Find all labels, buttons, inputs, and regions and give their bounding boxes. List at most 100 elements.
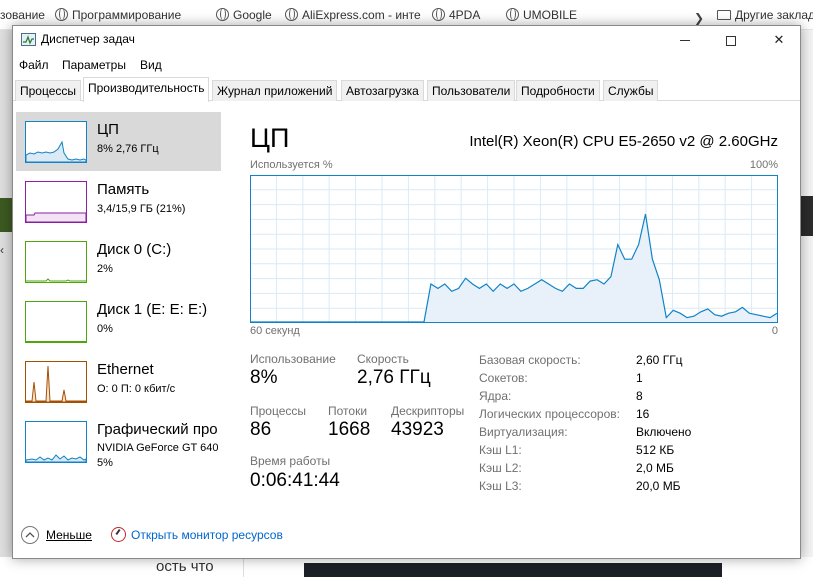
tab-performance[interactable]: Производительность — [83, 77, 210, 102]
spec-label: Базовая скорость: — [479, 353, 581, 367]
chevron-right-icon[interactable]: ❯ — [694, 11, 704, 25]
background-image — [304, 563, 722, 577]
minimize-icon — [680, 40, 690, 42]
sidebar-item-title: Диск 0 (C:) — [97, 241, 172, 258]
close-icon: ✕ — [773, 32, 785, 47]
chevron-up-icon[interactable] — [21, 526, 39, 544]
sidebar-item-subtitle: 2% — [97, 263, 113, 275]
sidebar-item-title: ЦП — [97, 121, 119, 138]
graph-label-usage: Используется % — [250, 159, 333, 171]
globe-icon — [506, 8, 519, 21]
page-title: ЦП — [250, 123, 290, 153]
performance-sidebar: ЦП 8% 2,76 ГГц Память 3,4/15,9 ГБ (21%) … — [13, 102, 223, 502]
bookmark-item[interactable]: Программирование — [55, 8, 181, 23]
cpu-model-name: Intel(R) Xeon(R) CPU E5-2650 v2 @ 2.60GH… — [469, 133, 778, 150]
sidebar-item-gpu[interactable]: Графический про NVIDIA GeForce GT 640 5% — [16, 412, 221, 471]
handles-value: 43923 — [391, 419, 444, 440]
uptime-value: 0:06:41:44 — [250, 470, 340, 491]
tab-users[interactable]: Пользователи — [427, 80, 516, 101]
fewer-details-label[interactable]: Меньше — [46, 528, 92, 542]
minimize-button[interactable] — [662, 26, 708, 53]
bookmark-item[interactable]: зование — [0, 8, 45, 23]
cpu-detail-panel: ЦП Intel(R) Xeon(R) CPU E5-2650 v2 @ 2.6… — [250, 102, 790, 522]
sidebar-item-title: Ethernet — [97, 361, 154, 378]
spec-label: Сокетов: — [479, 371, 528, 385]
sidebar-item-cpu[interactable]: ЦП 8% 2,76 ГГц — [16, 112, 221, 171]
processes-value: 86 — [250, 419, 272, 440]
speed-value: 2,76 ГГц — [357, 367, 431, 388]
graph-label-max: 100% — [749, 159, 778, 171]
open-resource-monitor-link[interactable]: Открыть монитор ресурсов — [131, 528, 283, 542]
handles-label: Дескрипторы — [391, 404, 465, 418]
spec-value: 2,0 МБ — [636, 461, 674, 475]
window-title: Диспетчер задач — [41, 32, 135, 46]
bookmark-item[interactable]: 4PDA — [432, 8, 480, 23]
tab-details[interactable]: Подробности — [516, 80, 600, 101]
processes-label: Процессы — [250, 404, 307, 418]
spec-label: Кэш L3: — [479, 479, 522, 493]
tab-startup[interactable]: Автозагрузка — [341, 80, 424, 101]
spec-label: Ядра: — [479, 389, 512, 403]
menu-bar: Файл Параметры Вид — [13, 54, 800, 75]
task-manager-window: Диспетчер задач ✕ Файл Параметры Вид Про… — [12, 25, 801, 559]
maximize-button[interactable] — [708, 26, 754, 53]
sidebar-item-subtitle: 0% — [97, 323, 113, 335]
sidebar-item-disk-0[interactable]: Диск 0 (C:) 2% — [16, 232, 221, 291]
background-text: ость что — [156, 558, 214, 575]
tab-services[interactable]: Службы — [603, 80, 659, 101]
uptime-label: Время работы — [250, 454, 331, 468]
background-element: ‹ — [0, 243, 4, 257]
cpu-thumbnail-graph — [25, 121, 87, 163]
spec-label: Логических процессоров: — [479, 407, 620, 421]
globe-icon — [432, 8, 445, 21]
spec-value: 2,60 ГГц — [636, 353, 683, 367]
cpu-usage-graph-svg — [250, 175, 778, 323]
graph-time-now: 0 — [771, 325, 778, 337]
disk-1-thumbnail-graph — [25, 301, 87, 343]
tab-app-history[interactable]: Журнал приложений — [212, 80, 338, 101]
bookmark-item[interactable]: Google — [216, 8, 272, 23]
graph-time-span: 60 секунд — [250, 325, 300, 337]
sidebar-item-ethernet[interactable]: Ethernet О: 0 П: 0 кбит/с — [16, 352, 221, 411]
other-bookmarks[interactable]: Другие закладки — [717, 8, 813, 23]
spec-label: Кэш L2: — [479, 461, 522, 475]
disk-0-thumbnail-graph — [25, 241, 87, 283]
background-element — [800, 30, 813, 577]
menu-file[interactable]: Файл — [19, 58, 49, 72]
spec-value: 1 — [636, 371, 643, 385]
bookmark-item[interactable]: AliExpress.com - инте — [285, 8, 421, 23]
sidebar-item-subtitle: О: 0 П: 0 кбит/с — [97, 383, 176, 395]
background-element — [800, 196, 813, 236]
threads-value: 1668 — [328, 419, 371, 440]
close-button[interactable]: ✕ — [756, 26, 802, 53]
bookmark-item[interactable]: UMOBILE — [506, 8, 577, 23]
sidebar-item-title: Диск 1 (E: E: E:) — [97, 301, 208, 318]
threads-label: Потоки — [328, 404, 368, 418]
background-element — [243, 557, 244, 577]
sidebar-item-disk-1[interactable]: Диск 1 (E: E: E:) 0% — [16, 292, 221, 351]
sidebar-item-title: Память — [97, 181, 150, 198]
title-bar[interactable]: Диспетчер задач ✕ — [13, 26, 800, 53]
maximize-icon — [726, 35, 736, 46]
spec-label: Кэш L1: — [479, 443, 522, 457]
task-manager-icon — [21, 33, 36, 46]
spec-value: Включено — [636, 425, 692, 439]
spec-value: 20,0 МБ — [636, 479, 681, 493]
menu-options[interactable]: Параметры — [62, 58, 126, 72]
footer-bar: Меньше Открыть монитор ресурсов — [13, 524, 800, 548]
resource-monitor-icon[interactable] — [111, 527, 126, 542]
spec-value: 512 КБ — [636, 443, 675, 457]
sidebar-item-title: Графический про — [97, 421, 218, 438]
globe-icon — [285, 8, 298, 21]
speed-label: Скорость — [357, 352, 409, 366]
spec-label: Виртуализация: — [479, 425, 568, 439]
background-element — [0, 198, 12, 232]
tab-bar: Процессы Производительность Журнал прило… — [13, 77, 800, 102]
sidebar-item-subtitle-2: 5% — [97, 457, 113, 469]
tab-processes[interactable]: Процессы — [15, 80, 82, 101]
sidebar-item-memory[interactable]: Память 3,4/15,9 ГБ (21%) — [16, 172, 221, 231]
menu-view[interactable]: Вид — [140, 58, 162, 72]
ethernet-thumbnail-graph — [25, 361, 87, 403]
globe-icon — [55, 8, 68, 21]
memory-thumbnail-graph — [25, 181, 87, 223]
